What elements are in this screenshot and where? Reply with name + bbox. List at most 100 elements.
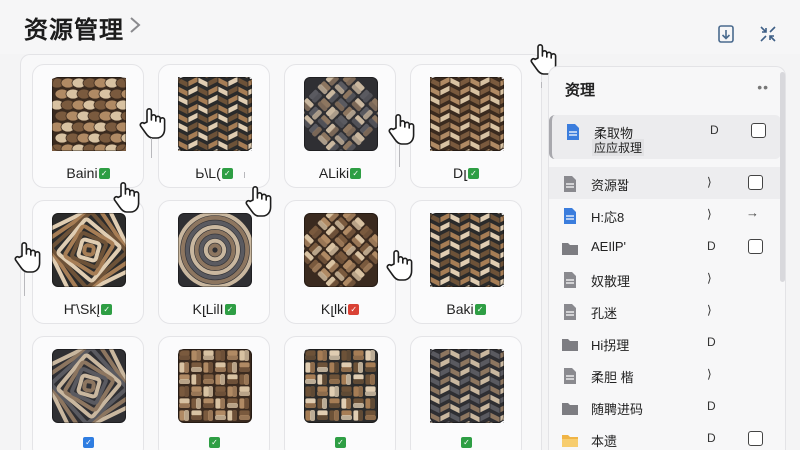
side-list-item[interactable]: 柔取物 应应叔理 D: [549, 115, 781, 159]
drop-guide-line: [24, 272, 25, 296]
item-name: 柔胆 楷: [591, 370, 634, 385]
drop-guide-line: [541, 82, 542, 88]
item-name: AEIlP': [591, 239, 626, 254]
asset-tile[interactable]: Baki ✓: [410, 200, 522, 324]
status-badge-icon: ✓: [83, 437, 94, 448]
document-icon: [564, 123, 582, 141]
status-badge-icon: ✓: [461, 437, 472, 448]
hand-cursor-icon: [137, 106, 167, 140]
item-meta: ⟩: [707, 367, 712, 381]
item-name: 随聘进码: [591, 402, 644, 417]
asset-tile[interactable]: ✓: [284, 336, 396, 450]
asset-tile[interactable]: ✓: [158, 336, 270, 450]
side-list-item[interactable]: 本遗 D: [549, 423, 781, 450]
asset-tile[interactable]: ✓: [410, 336, 522, 450]
side-list-item[interactable]: 随聘进码 D: [549, 391, 781, 423]
side-list-item[interactable]: 资源짧 ⟩: [549, 167, 781, 199]
document-icon: [561, 271, 579, 289]
item-name: 资源짧: [591, 178, 629, 193]
asset-tile[interactable]: Dլ ✓: [410, 64, 522, 188]
more-options-icon[interactable]: ••: [757, 79, 769, 95]
asset-label-text: Ь\L(: [195, 165, 221, 181]
asset-label-text: Baini: [66, 165, 98, 181]
asset-tile[interactable]: Baini ✓: [32, 64, 144, 188]
download-icon[interactable]: [714, 22, 738, 46]
item-meta: D: [707, 399, 716, 413]
side-list-item[interactable]: H:応8 ⟩ →: [549, 199, 781, 231]
drop-guide-line: [399, 145, 400, 167]
asset-label: Kլlki ✓: [285, 301, 395, 318]
document-icon: [561, 303, 579, 321]
hand-cursor-icon: [12, 240, 42, 274]
status-badge-icon: ✓: [209, 437, 220, 448]
status-badge-icon: ✓: [224, 304, 236, 315]
texture-thumbnail: [52, 349, 126, 423]
asset-tile[interactable]: Ҥ\SkĮ ✓: [32, 200, 144, 324]
asset-label: KլLіlӀ ✓: [159, 301, 269, 318]
hand-cursor-icon: [384, 248, 414, 282]
item-checkbox[interactable]: [748, 431, 763, 446]
texture-thumbnail: [304, 213, 378, 287]
asset-label: Ь\L(✓: [159, 165, 269, 181]
asset-label-text: Kլlki: [320, 301, 348, 317]
texture-thumbnail: [304, 77, 378, 151]
asset-tile[interactable]: KլLіlӀ ✓: [158, 200, 270, 324]
texture-thumbnail: [52, 77, 126, 151]
item-name: 本遗: [591, 434, 618, 449]
asset-tile[interactable]: Kլlki ✓: [284, 200, 396, 324]
asset-label: ✓: [411, 437, 521, 448]
status-badge-icon: ✓: [467, 168, 479, 179]
app-header: 资源管理: [0, 0, 800, 54]
drop-guide-line: [151, 138, 152, 158]
status-badge-icon: ✓: [101, 303, 113, 315]
asset-label: ✓: [285, 437, 395, 448]
item-checkbox[interactable]: [748, 239, 763, 254]
item-name: H:応8: [591, 210, 625, 225]
folder-icon: [561, 239, 579, 257]
asset-label-text: Ҥ\SkĮ: [63, 301, 101, 317]
asset-label-text: Baki: [446, 301, 474, 317]
document-icon: [561, 207, 579, 225]
asset-label-text: ALіki: [318, 165, 350, 181]
asset-tile[interactable]: ✓: [32, 336, 144, 450]
item-meta: ⟩: [707, 303, 712, 317]
item-checkbox[interactable]: [751, 123, 766, 138]
side-scrollbar[interactable]: [780, 72, 785, 282]
texture-thumbnail: [178, 349, 252, 423]
asset-tile[interactable]: Ь\L(✓: [158, 64, 270, 188]
asset-label: ALіki ✓: [285, 165, 395, 181]
item-meta: ⟩: [707, 271, 712, 285]
resource-side-panel: 资理 •• 柔取物 应应叔理 D 资源짧 ⟩ H:応8 ⟩ → AEIlP' D 奴散理 ⟩ 孔迷 ⟩ Hi…: [548, 66, 786, 450]
arrow-right-icon[interactable]: →: [746, 205, 759, 220]
chevron-right-icon[interactable]: [124, 14, 146, 36]
status-badge-icon: ✓: [350, 167, 362, 179]
item-name: Hi拐理: [591, 338, 630, 353]
status-badge-icon: ✓: [348, 304, 360, 315]
side-list-item[interactable]: 奴散理 ⟩: [549, 263, 781, 295]
side-list-item[interactable]: 柔胆 楷 ⟩: [549, 359, 781, 391]
item-meta: ⟩: [707, 175, 712, 189]
folder-icon: [561, 431, 579, 449]
document-icon: [561, 367, 579, 385]
status-badge-icon: ✓: [98, 167, 110, 179]
status-badge-icon: ✓: [474, 303, 486, 315]
asset-label: ✓: [33, 437, 143, 448]
folder-icon: [561, 399, 579, 417]
side-list-item[interactable]: AEIlP' D: [549, 231, 781, 263]
texture-thumbnail: [178, 213, 252, 287]
drop-guide-line: [244, 172, 245, 178]
item-checkbox[interactable]: [748, 175, 763, 190]
asset-tile[interactable]: ALіki ✓: [284, 64, 396, 188]
status-badge-icon: ✓: [221, 167, 233, 179]
collapse-icon[interactable]: [756, 22, 780, 46]
document-icon: [561, 175, 579, 193]
texture-thumbnail: [304, 349, 378, 423]
item-meta: ⟩: [707, 207, 712, 221]
texture-thumbnail: [430, 349, 504, 423]
side-list-item[interactable]: Hi拐理 D: [549, 327, 781, 359]
status-badge-icon: ✓: [335, 437, 346, 448]
hand-cursor-icon: [111, 180, 141, 214]
item-meta: D: [707, 239, 716, 253]
texture-thumbnail: [52, 213, 126, 287]
side-list-item[interactable]: 孔迷 ⟩: [549, 295, 781, 327]
